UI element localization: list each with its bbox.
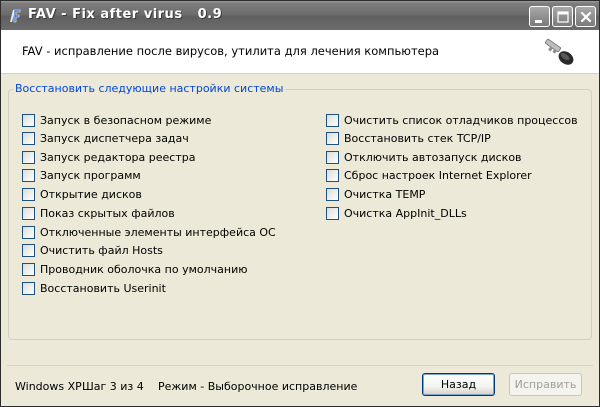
window-title: FAV - Fix after virus 0.9: [28, 7, 223, 22]
checkbox-clean-hosts[interactable]: Очистить файл Hosts: [22, 243, 163, 257]
options-group-title: Восстановить следующие настройки системы: [13, 82, 286, 95]
checkbox-box[interactable]: [326, 187, 339, 201]
app-icon: [7, 8, 23, 24]
checkbox-label: Проводник оболочка по умолчанию: [40, 262, 248, 276]
checkbox-label: Отключенные элементы интерфейса ОС: [40, 225, 276, 239]
checkbox-box[interactable]: [22, 113, 35, 127]
checkbox-label: Восстановить стек TCP/IP: [344, 131, 491, 145]
checkbox-safe-mode[interactable]: Запуск в безопасном режиме: [22, 113, 211, 127]
checkbox-label: Запуск диспетчера задач: [40, 131, 189, 145]
checkbox-label: Очистить список отладчиков процессов: [344, 113, 578, 127]
checkbox-label: Показ скрытых файлов: [40, 206, 175, 220]
checkbox-box[interactable]: [326, 131, 339, 145]
checkbox-box[interactable]: [326, 150, 339, 164]
checkbox-box[interactable]: [22, 281, 35, 295]
key-icon: [541, 37, 577, 69]
checkbox-box[interactable]: [22, 206, 35, 220]
checkbox-label: Запуск программ: [40, 168, 141, 182]
checkbox-label: Отключить автозапуск дисков: [344, 150, 522, 164]
status-mode: Режим - Выборочное исправление: [158, 380, 358, 393]
checkbox-box[interactable]: [22, 168, 35, 182]
status-os: Windows XP: [15, 380, 82, 393]
maximize-icon: [557, 11, 569, 23]
checkbox-task-manager[interactable]: Запуск диспетчера задач: [22, 131, 189, 145]
checkbox-appinit-dlls[interactable]: Очистка AppInit_DLLs: [326, 206, 467, 220]
close-button[interactable]: [575, 6, 596, 27]
header-panel: FAV - исправление после вирусов, утилита…: [1, 30, 599, 74]
fix-button[interactable]: Исправить: [509, 373, 582, 396]
checkbox-run-programs[interactable]: Запуск программ: [22, 168, 141, 182]
back-button[interactable]: Назад: [422, 373, 495, 396]
title-bar[interactable]: FAV - Fix after virus 0.9: [1, 1, 599, 30]
checkbox-box[interactable]: [22, 243, 35, 257]
checkbox-disabled-ui[interactable]: Отключенные элементы интерфейса ОС: [22, 225, 276, 239]
checkbox-registry-editor[interactable]: Запуск редактора реестра: [22, 150, 195, 164]
checkbox-label: Очистка TEMP: [344, 187, 426, 201]
checkbox-box[interactable]: [326, 168, 339, 182]
maximize-button[interactable]: [552, 6, 573, 27]
checkbox-label: Очистка AppInit_DLLs: [344, 206, 467, 220]
checkbox-hidden-files[interactable]: Показ скрытых файлов: [22, 206, 175, 220]
close-icon: [580, 11, 592, 23]
checkbox-box[interactable]: [326, 206, 339, 220]
checkbox-label: Восстановить Userinit: [40, 281, 166, 295]
minimize-icon: [535, 20, 542, 23]
checkbox-tcpip[interactable]: Восстановить стек TCP/IP: [326, 131, 491, 145]
checkbox-box[interactable]: [22, 262, 35, 276]
footer-divider: [7, 365, 593, 366]
minimize-button[interactable]: [529, 6, 550, 27]
status-step: Шаг 3 из 4: [82, 380, 144, 393]
checkbox-open-drives[interactable]: Открытие дисков: [22, 187, 142, 201]
checkbox-debuggers[interactable]: Очистить список отладчиков процессов: [326, 113, 578, 127]
checkbox-userinit[interactable]: Восстановить Userinit: [22, 281, 166, 295]
checkbox-reset-ie[interactable]: Сброс настроек Internet Explorer: [326, 168, 532, 182]
header-description: FAV - исправление после вирусов, утилита…: [22, 44, 440, 58]
checkbox-box[interactable]: [22, 225, 35, 239]
checkbox-label: Запуск в безопасном режиме: [40, 113, 212, 127]
checkbox-default-shell[interactable]: Проводник оболочка по умолчанию: [22, 262, 248, 276]
checkbox-autorun[interactable]: Отключить автозапуск дисков: [326, 150, 522, 164]
checkbox-label: Очистить файл Hosts: [40, 243, 163, 257]
checkbox-label: Сброс настроек Internet Explorer: [344, 168, 532, 182]
checkbox-label: Открытие дисков: [40, 187, 142, 201]
checkbox-box[interactable]: [22, 187, 35, 201]
checkbox-box[interactable]: [22, 150, 35, 164]
app-window: FAV - Fix after virus 0.9 FAV - исправле…: [0, 0, 600, 407]
checkbox-box[interactable]: [326, 113, 339, 127]
checkbox-box[interactable]: [22, 131, 35, 145]
checkbox-clean-temp[interactable]: Очистка TEMP: [326, 187, 425, 201]
checkbox-label: Запуск редактора реестра: [40, 150, 196, 164]
